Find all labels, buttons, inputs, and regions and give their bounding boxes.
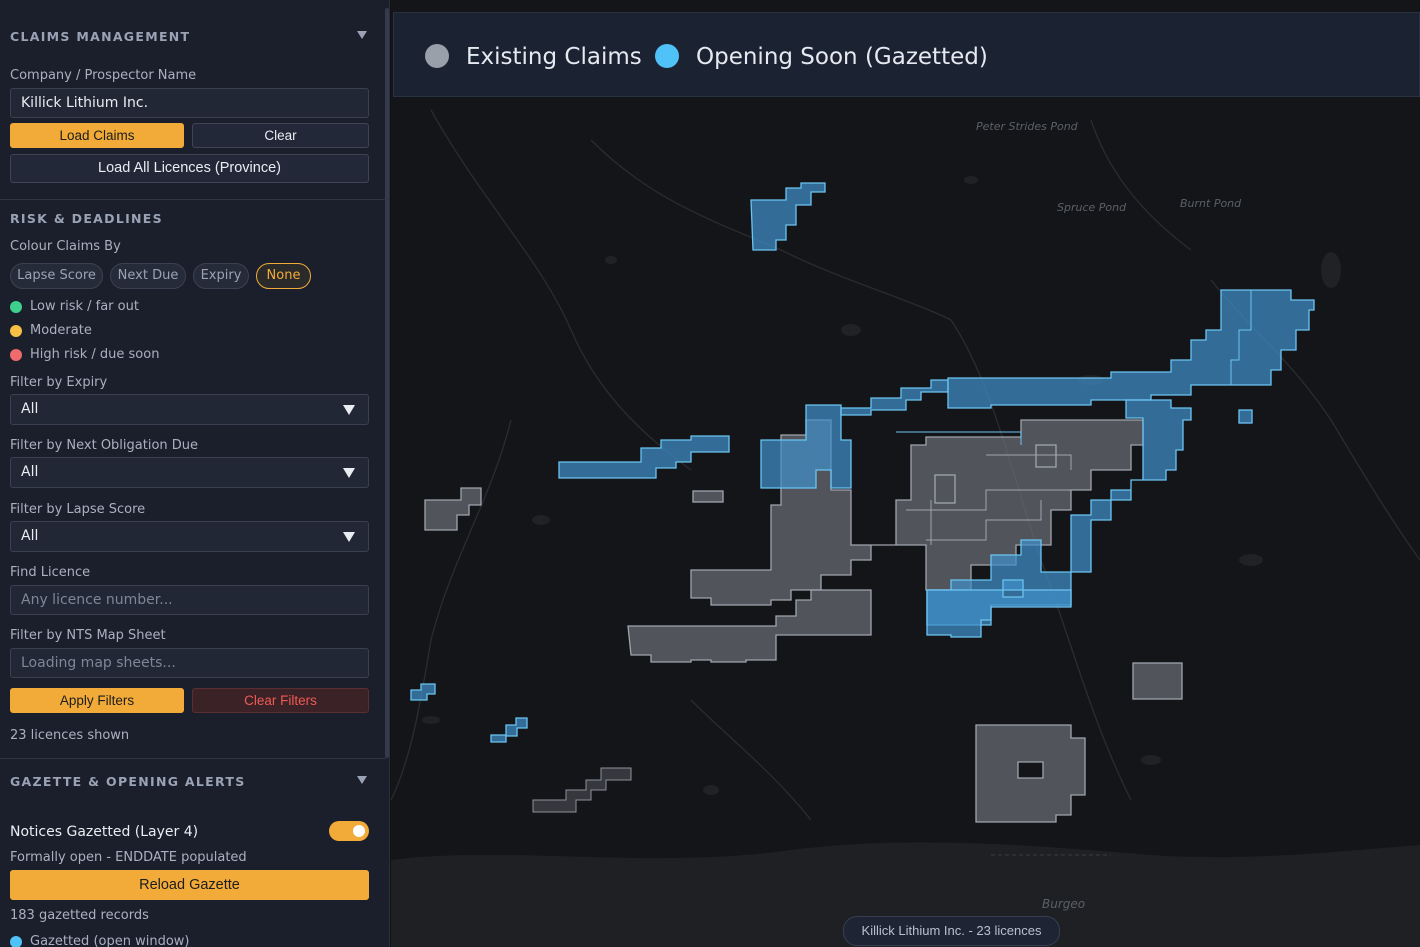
gazetted-claims-layer[interactable] [410, 182, 1315, 743]
reload-gazette-button[interactable]: Reload Gazette [10, 870, 369, 900]
filter-expiry-label: Filter by Expiry [10, 375, 108, 390]
gazetted-claim-polygon[interactable] [558, 435, 730, 479]
apply-filters-button[interactable]: Apply Filters [10, 688, 184, 713]
map-legend: Existing Claims Opening Soon (Gazetted) [393, 12, 1420, 97]
dropdown-arrow-icon [343, 405, 355, 415]
clear-button[interactable]: Clear [192, 123, 369, 148]
colour-option-lapse-score[interactable]: Lapse Score [10, 263, 103, 289]
rivers [391, 109, 1420, 821]
blue-dot-icon [10, 936, 22, 947]
filter-lapse-label: Filter by Lapse Score [10, 502, 146, 517]
nts-input[interactable] [10, 648, 369, 678]
gazette-subtitle: Formally open - ENDDATE populated [10, 850, 247, 865]
claims-section-title: CLAIMS MANAGEMENT [10, 29, 191, 44]
filter-expiry-select[interactable]: All [10, 394, 369, 425]
chevron-down-icon[interactable] [357, 31, 367, 39]
place-label-burgeo: Burgeo [1042, 897, 1086, 911]
gazette-toggle[interactable] [329, 821, 369, 841]
sidebar-scrollbar[interactable] [385, 8, 389, 758]
filter-lapse-select[interactable]: All [10, 521, 369, 552]
green-dot-icon [10, 301, 22, 313]
existing-claim-polygon[interactable] [690, 419, 1144, 606]
place-label-spruce-pond: Spruce Pond [1057, 201, 1127, 214]
toggle-knob [353, 825, 365, 837]
map-basemap[interactable] [391, 0, 1420, 947]
divider [0, 758, 386, 759]
existing-claim-polygon[interactable] [424, 487, 482, 531]
risk-section-title: RISK & DEADLINES [10, 211, 163, 226]
licence-count: 23 licences shown [10, 728, 130, 743]
existing-claim-polygon[interactable] [692, 490, 724, 503]
map-canvas[interactable]: Peter Strides Pond Spruce Pond Burnt Pon… [391, 0, 1420, 947]
legend-opening-soon: Opening Soon (Gazetted) [696, 44, 988, 70]
existing-claim-polygon[interactable] [975, 724, 1086, 823]
place-label-burnt-pond: Burnt Pond [1180, 197, 1242, 210]
lakes [422, 176, 1341, 795]
yellow-dot-icon [10, 325, 22, 337]
nts-label: Filter by NTS Map Sheet [10, 628, 166, 643]
filter-next-label: Filter by Next Obligation Due [10, 438, 199, 453]
gazetted-claim-polygon[interactable] [840, 379, 949, 416]
blue-dot-icon [655, 44, 679, 68]
grey-dot-icon [425, 44, 449, 68]
dropdown-arrow-icon [343, 532, 355, 542]
divider [0, 199, 386, 200]
dropdown-arrow-icon [343, 468, 355, 478]
colour-by-label: Colour Claims By [10, 239, 121, 254]
find-licence-label: Find Licence [10, 565, 91, 580]
colour-option-expiry[interactable]: Expiry [193, 263, 249, 289]
filter-next-select[interactable]: All [10, 457, 369, 488]
gazetted-claim-polygon[interactable] [490, 717, 528, 743]
load-all-licences-button[interactable]: Load All Licences (Province) [10, 154, 369, 183]
gazetted-claim-polygon[interactable] [1238, 409, 1253, 424]
status-badge: Killick Lithium Inc. - 23 licences [843, 916, 1060, 946]
red-dot-icon [10, 349, 22, 361]
gazetted-claim-polygon[interactable] [947, 289, 1315, 409]
existing-claim-polygon[interactable] [1132, 662, 1183, 700]
legend-existing-claims: Existing Claims [466, 44, 642, 70]
gazetted-claim-polygon[interactable] [760, 404, 852, 489]
clear-filters-button[interactable]: Clear Filters [192, 688, 369, 713]
existing-claim-polygon[interactable] [532, 767, 632, 813]
find-licence-input[interactable] [10, 585, 369, 615]
colour-option-none[interactable]: None [256, 263, 311, 289]
company-input[interactable]: Killick Lithium Inc. [10, 88, 369, 118]
company-label: Company / Prospector Name [10, 68, 197, 83]
gazetted-claim-polygon[interactable] [750, 182, 826, 251]
chevron-down-icon[interactable] [357, 776, 367, 784]
colour-option-next-due[interactable]: Next Due [110, 263, 186, 289]
place-label-peter-strides-pond: Peter Strides Pond [976, 120, 1078, 133]
gazette-toggle-label: Notices Gazetted (Layer 4) [10, 824, 199, 840]
load-claims-button[interactable]: Load Claims [10, 123, 184, 148]
gazetted-claim-polygon[interactable] [410, 683, 436, 701]
gazette-section-title: GAZETTE & OPENING ALERTS [10, 774, 246, 789]
sidebar: CLAIMS MANAGEMENT Company / Prospector N… [0, 0, 390, 947]
gazette-record-count: 183 gazetted records [10, 908, 149, 923]
